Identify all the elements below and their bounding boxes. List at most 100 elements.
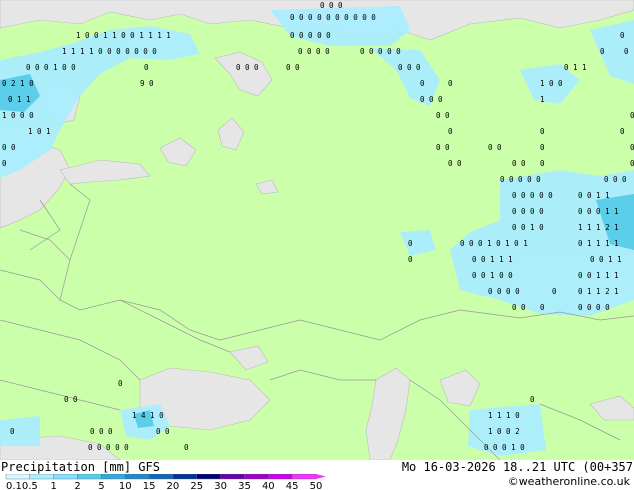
precip-value-marker: 1 0 0 0 (2, 111, 34, 120)
precip-value-marker: 0 0 0 1 0 (484, 443, 525, 452)
scale-tick-label: 0.1 (6, 481, 22, 490)
precip-value-marker: 0 0 1 1 (590, 255, 622, 264)
precip-value-marker: 0 0 0 0 (298, 47, 330, 56)
precip-value-marker: 1 1 1 2 1 (578, 223, 619, 232)
precip-value-marker: 0 (530, 395, 535, 404)
scale-tick-label: 45 (286, 481, 299, 490)
precip-value-marker: 0 0 1 1 1 (472, 255, 513, 264)
precip-value-marker: 0 0 0 1 0 0 (26, 63, 76, 72)
precip-value-marker: 0 0 0 0 0 (500, 175, 541, 184)
precip-value-marker: 0 (408, 255, 413, 264)
precip-value-marker: 0 0 (156, 427, 170, 436)
scale-tick-label: 20 (167, 481, 180, 490)
scale-tick-label: 25 (190, 481, 203, 490)
precip-value-marker: 0 (620, 127, 625, 136)
precip-value-marker: 0 0 (64, 395, 78, 404)
precip-value-marker: 0 0 1 1 (578, 191, 610, 200)
precip-value-marker: 0 0 (512, 303, 526, 312)
precip-value-marker: 1 0 0 2 (488, 427, 520, 436)
precip-value-marker: 0 0 0 0 (512, 207, 544, 216)
precip-value-marker: 0 0 0 (398, 63, 421, 72)
precip-patch-southwest (0, 416, 40, 446)
map-canvas: 0 0 0 0 0 0 0 0 0 00 0 01 0 0 1 1 0 0 1 … (0, 0, 634, 460)
scale-swatch (268, 474, 293, 480)
precip-value-marker: 1 1 1 0 (488, 411, 520, 420)
precip-value-marker: 0 0 1 1 1 (578, 271, 619, 280)
scale-tick-label: 0.5 (22, 481, 38, 490)
precip-value-marker: 0 0 (448, 159, 462, 168)
precip-value-marker: 0 (540, 127, 545, 136)
precip-value-marker: 0 0 0 0 (488, 287, 520, 296)
precip-value-marker: 0 0 (512, 159, 526, 168)
precip-value-marker: 0 0 0 (320, 1, 343, 10)
precip-value-marker: 0 (408, 239, 413, 248)
precip-value-marker: 0 (630, 159, 634, 168)
valid-time: Mo 16-03-2026 18..21 UTC (00+357 (401, 460, 633, 474)
precip-value-marker: 0 0 0 (420, 95, 443, 104)
precipitation-map: 0 0 0 0 0 0 0 0 0 00 0 01 0 0 1 1 0 0 1 … (0, 0, 634, 460)
scale-tick-label: 40 (262, 481, 275, 490)
precip-value-marker: 0 0 0 0 0 (88, 443, 129, 452)
precip-value-marker: 0 1 1 1 1 (578, 239, 619, 248)
precip-value-marker: 0 (624, 47, 629, 56)
precip-value-marker: 0 (2, 159, 7, 168)
scale-tick-label: 30 (214, 481, 227, 490)
precip-value-marker: 0 1 1 2 1 (578, 287, 619, 296)
precip-value-marker: 0 0 0 (604, 175, 627, 184)
map-title: Precipitation [mm] GFS (1, 460, 160, 474)
scale-tick-label: 50 (310, 481, 323, 490)
scale-swatch (29, 474, 54, 480)
precip-value-marker: 0 (420, 79, 425, 88)
precip-value-marker: 1 4 1 0 (132, 411, 164, 420)
precip-value-marker: 0 0 0 0 0 0 0 0 0 0 (290, 13, 376, 22)
scale-tick-label: 15 (143, 481, 156, 490)
precip-value-marker: 9 0 (140, 79, 154, 88)
precip-value-marker: 0 (552, 287, 557, 296)
title-label: Precipitation [mm] (1, 460, 132, 474)
scale-tick-label: 10 (119, 481, 132, 490)
scale-swatch (196, 474, 221, 480)
precip-value-marker: 0 0 (2, 143, 16, 152)
scale-swatch (53, 474, 78, 480)
precip-value-marker: 0 (448, 79, 453, 88)
precip-value-marker: 0 1 1 (564, 63, 587, 72)
precip-value-marker: 0 0 0 1 0 1 0 1 (460, 239, 528, 248)
scale-swatch (244, 474, 269, 480)
precip-value-marker: 0 (600, 47, 605, 56)
scale-swatch (77, 474, 102, 480)
precip-value-marker: 0 0 1 0 0 (472, 271, 513, 280)
precip-value-marker: 0 (540, 303, 545, 312)
precip-value-marker: 0 0 0 0 0 (360, 47, 401, 56)
scale-swatch (291, 474, 317, 480)
precip-value-marker: 0 (144, 63, 149, 72)
precip-value-marker: 0 1 1 (8, 95, 31, 104)
precip-value-marker: 1 (540, 95, 545, 104)
precip-value-marker: 0 0 0 0 0 (290, 31, 331, 40)
precip-value-marker: 0 0 (436, 111, 450, 120)
precip-value-marker: 0 (630, 111, 634, 120)
scale-tick-label: 5 (98, 481, 104, 490)
precip-value-marker: 0 0 (286, 63, 300, 72)
precip-value-marker: 1 0 1 (28, 127, 51, 136)
precip-value-marker: 0 (10, 427, 15, 436)
precip-value-marker: 0 0 (488, 143, 502, 152)
precip-value-marker: 0 0 0 0 (578, 303, 610, 312)
scale-tick-label: 35 (238, 481, 251, 490)
precip-value-marker: 0 0 0 (90, 427, 113, 436)
precip-value-marker: 1 1 1 1 0 0 0 0 0 0 0 (62, 47, 157, 56)
precip-value-marker: 0 0 0 0 0 (512, 191, 553, 200)
scale-swatch (101, 474, 126, 480)
precip-value-marker: 0 2 1 0 (2, 79, 34, 88)
scale-swatch (220, 474, 245, 480)
color-scale-legend: 0.1 0.5 1 2 5 10 15 20 25 30 35 40 45 50 (5, 474, 326, 490)
precip-value-marker: 0 (540, 159, 545, 168)
scale-tick-label: 2 (74, 481, 80, 490)
precip-value-marker: 0 0 0 1 1 (578, 207, 619, 216)
precip-value-marker: 0 (118, 379, 123, 388)
precip-value-marker: 0 0 (436, 143, 450, 152)
precip-value-marker: 0 (448, 127, 453, 136)
credit-link[interactable]: ©weatheronline.co.uk (508, 475, 630, 488)
precip-value-marker: 0 (540, 143, 545, 152)
scale-swatch (172, 474, 197, 480)
precip-value-marker: 1 0 0 1 1 0 0 1 1 1 1 (76, 31, 171, 40)
